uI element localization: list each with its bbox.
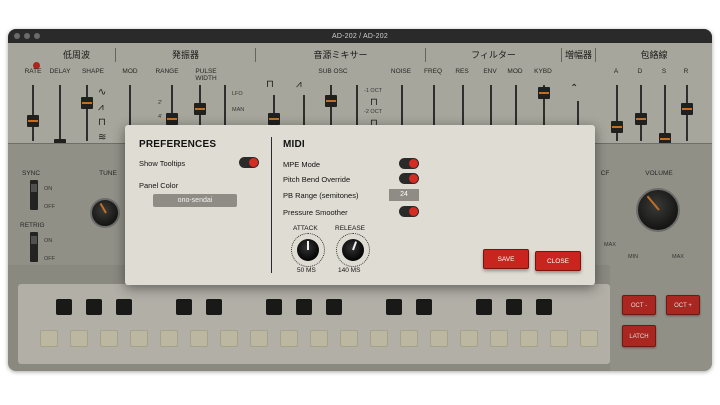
release-value: 140 MS: [338, 267, 361, 274]
attack-label: ATTACK: [293, 225, 318, 232]
midi-heading: MIDI: [283, 139, 305, 150]
panel-color-label: Panel Color: [139, 181, 179, 190]
pressure-smoother-label: Pressure Smoother: [283, 208, 348, 217]
pb-range-label: PB Range (semitones): [283, 191, 359, 200]
pb-range-input[interactable]: 24: [389, 189, 419, 201]
close-window-icon[interactable]: [14, 33, 20, 39]
mpe-mode-toggle[interactable]: [399, 158, 419, 169]
title-bar: AD-202 / AD-202: [8, 29, 712, 43]
zoom-window-icon[interactable]: [34, 33, 40, 39]
release-knob[interactable]: [342, 239, 364, 261]
window-controls: [14, 33, 40, 39]
dialog-divider: [271, 137, 272, 273]
pitch-bend-override-toggle[interactable]: [399, 173, 419, 184]
panel-color-select[interactable]: ono-sendai: [153, 194, 237, 207]
window-title: AD-202 / AD-202: [332, 32, 388, 40]
attack-knob[interactable]: [297, 239, 319, 261]
save-button[interactable]: SAVE: [483, 249, 529, 269]
pitch-bend-override-label: Pitch Bend Override: [283, 175, 351, 184]
pressure-smoother-toggle[interactable]: [399, 206, 419, 217]
attack-value: 50 MS: [297, 267, 316, 274]
mpe-mode-label: MPE Mode: [283, 160, 321, 169]
preferences-dialog: PREFERENCES Show Tooltips Panel Color on…: [125, 125, 595, 285]
close-button[interactable]: CLOSE: [535, 251, 581, 271]
show-tooltips-toggle[interactable]: [239, 157, 259, 168]
release-label: RELEASE: [335, 225, 365, 232]
minimize-window-icon[interactable]: [24, 33, 30, 39]
show-tooltips-label: Show Tooltips: [139, 159, 186, 168]
preferences-heading: PREFERENCES: [139, 139, 217, 150]
